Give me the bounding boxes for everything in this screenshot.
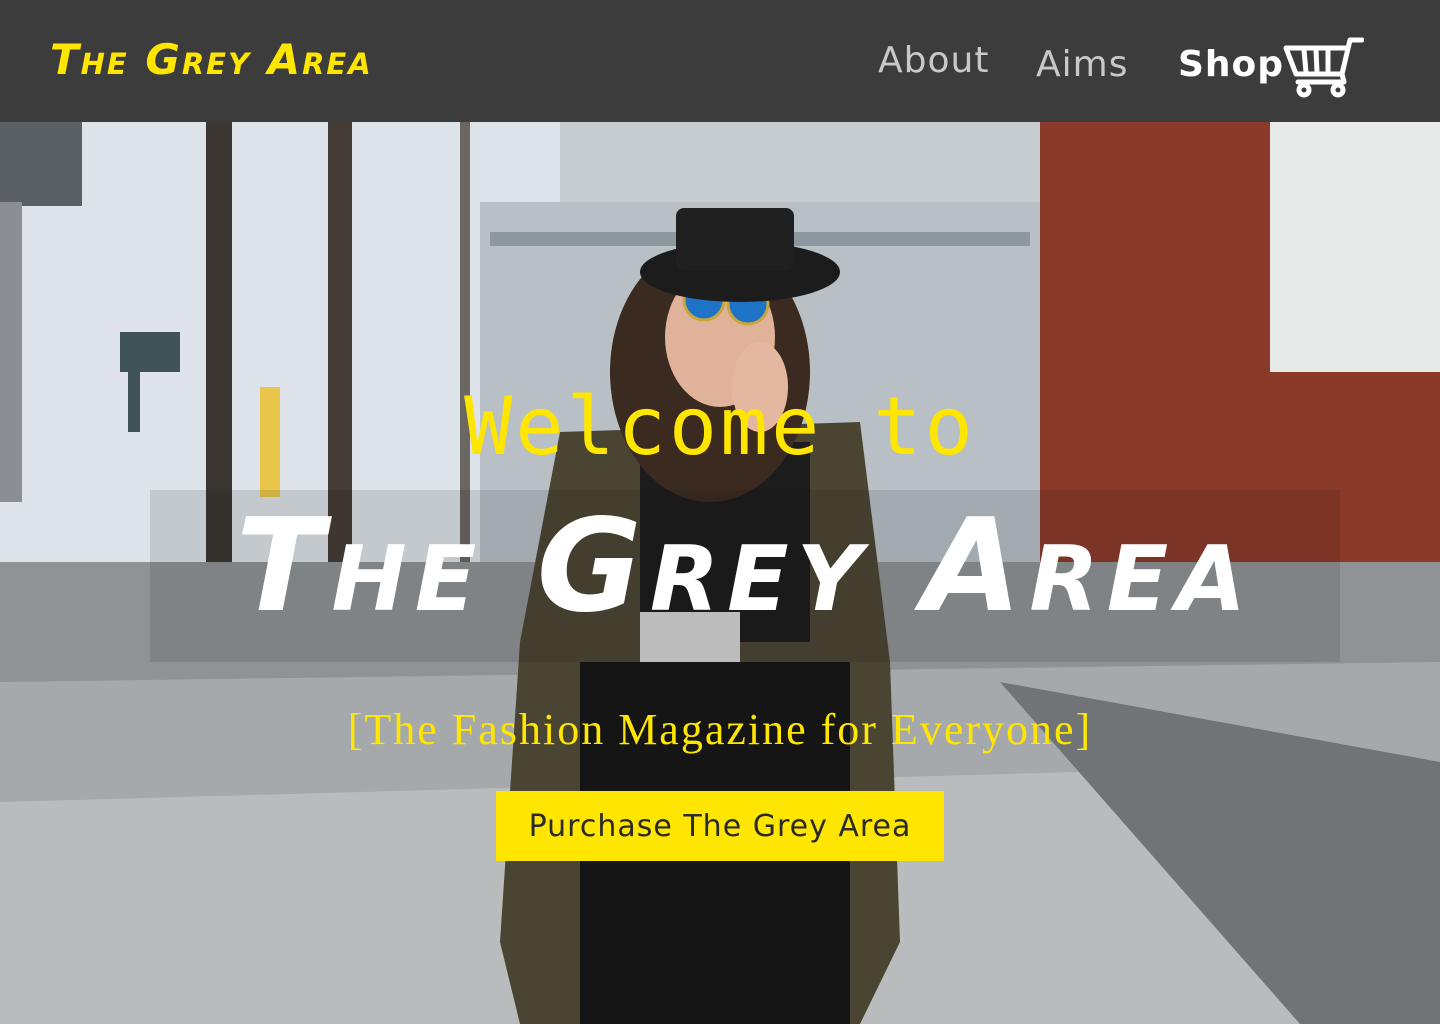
site-logo[interactable]: The Grey Area	[50, 30, 373, 90]
nav-link-about[interactable]: About	[878, 36, 989, 86]
welcome-heading: Welcome to	[464, 380, 976, 473]
hero-title: The Grey Area	[236, 492, 1254, 641]
nav-link-shop[interactable]: Shop	[1178, 40, 1284, 90]
nav-link-aims[interactable]: Aims	[1036, 40, 1128, 90]
purchase-button[interactable]: Purchase The Grey Area	[496, 791, 944, 861]
site-header: The Grey Area About Aims Shop	[0, 0, 1440, 122]
shopping-cart-icon[interactable]	[1282, 34, 1364, 98]
hero-tagline: [The Fashion Magazine for Everyone]	[347, 705, 1093, 754]
hero-section: Welcome to The Grey Area [The Fashion Ma…	[0, 122, 1440, 1024]
